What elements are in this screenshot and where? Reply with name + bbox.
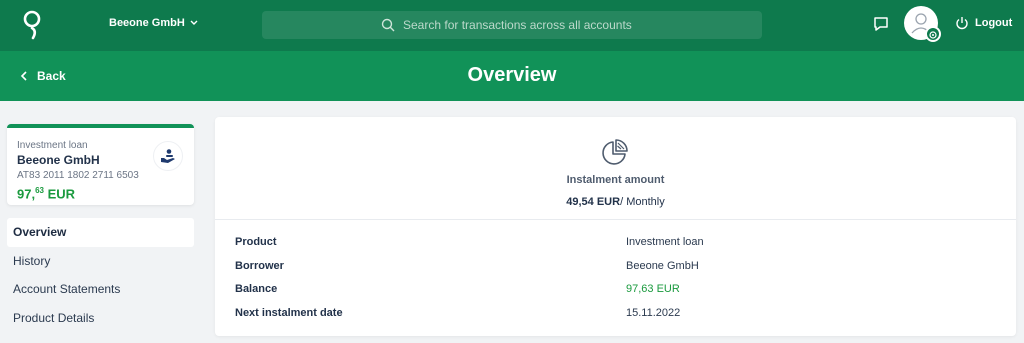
detail-key: Balance [235, 283, 278, 295]
logo-icon[interactable] [20, 9, 44, 41]
detail-key: Next instalment date [235, 307, 343, 319]
detail-row-borrower: Borrower Beeone GmbH [235, 260, 995, 278]
page-header: Back Overview [0, 51, 1024, 101]
account-name: Beeone GmbH [17, 153, 100, 167]
nav-item-overview[interactable]: Overview [7, 218, 194, 247]
detail-key: Borrower [235, 260, 284, 272]
detail-row-product: Product Investment loan [235, 236, 995, 254]
settings-badge-icon[interactable] [925, 26, 941, 42]
pie-chart-icon [602, 139, 628, 165]
divider [215, 219, 1016, 220]
nav-item-account-statements[interactable]: Account Statements [7, 275, 194, 304]
detail-value: 97,63 EUR [626, 283, 680, 295]
account-iban: AT83 2011 1802 2711 6503 [17, 170, 139, 181]
search-bar[interactable] [262, 11, 762, 39]
instalment-label: Instalment amount [566, 174, 665, 186]
company-switcher[interactable]: Beeone GmbH [109, 17, 198, 29]
detail-row-next-instalment: Next instalment date 15.11.2022 [235, 307, 995, 325]
logout-button[interactable]: Logout [955, 16, 1012, 30]
instalment-amount: 49,54 EUR/ Monthly [566, 196, 665, 208]
company-name: Beeone GmbH [109, 17, 185, 29]
nav-item-product-details[interactable]: Product Details [7, 304, 194, 333]
account-balance: 97,63 EUR [17, 186, 76, 202]
chevron-down-icon [190, 20, 198, 25]
account-card[interactable]: Investment loan Beeone GmbH AT83 2011 18… [7, 124, 194, 205]
detail-value: 15.11.2022 [626, 307, 681, 319]
detail-key: Product [235, 236, 277, 248]
account-nav: Overview History Account Statements Prod… [7, 218, 194, 332]
loan-hand-icon [153, 141, 183, 171]
detail-value: Investment loan [626, 236, 704, 248]
nav-item-history[interactable]: History [7, 247, 194, 276]
overview-panel: Instalment amount 49,54 EUR/ Monthly Pro… [215, 117, 1016, 336]
detail-value: Beeone GmbH [626, 260, 699, 272]
page-title: Overview [467, 64, 557, 86]
logout-label: Logout [975, 17, 1013, 29]
search-icon [381, 18, 395, 32]
detail-row-balance: Balance 97,63 EUR [235, 283, 995, 301]
power-icon [956, 17, 968, 30]
search-input[interactable] [403, 18, 643, 32]
top-bar: Beeone GmbH Logout [0, 0, 1024, 51]
account-type: Investment loan [17, 140, 88, 151]
chat-icon[interactable] [872, 15, 890, 33]
